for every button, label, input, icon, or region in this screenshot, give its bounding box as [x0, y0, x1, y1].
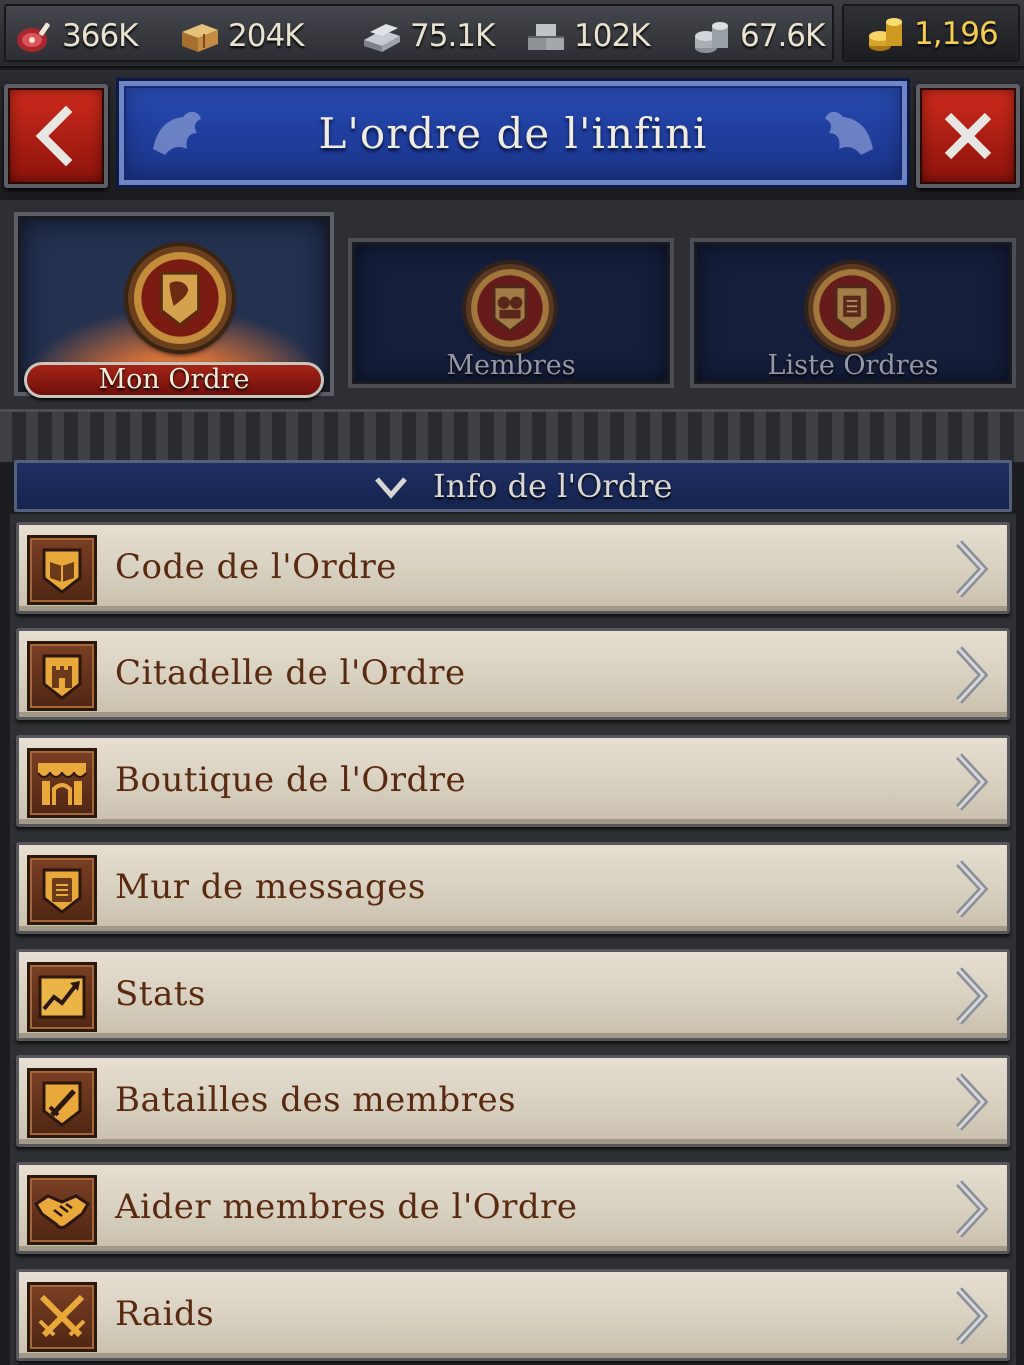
stats-chart-icon: [27, 962, 97, 1032]
meat-icon: [17, 22, 50, 52]
iron-icon: [364, 24, 400, 52]
menu-item-citadelle[interactable]: Citadelle de l'Ordre: [16, 628, 1010, 720]
resource-iron[interactable]: 75.1K: [360, 12, 495, 60]
tab-label: Membres: [446, 350, 576, 381]
resource-stone[interactable]: 102K: [524, 12, 650, 60]
wood-icon: [182, 24, 218, 52]
order-menu-list: Code de l'Ordre Citadelle de l'Ordre Bou…: [10, 514, 1016, 1365]
chevron-right-icon: [956, 753, 989, 811]
menu-item-code[interactable]: Code de l'Ordre: [16, 522, 1010, 614]
resource-meat[interactable]: 366K: [12, 12, 138, 60]
tab-mon-ordre[interactable]: Mon Ordre: [14, 212, 334, 398]
chevron-right-icon: [956, 1287, 989, 1345]
menu-item-label: Batailles des membres: [115, 1080, 517, 1120]
menu-item-label: Raids: [115, 1294, 215, 1334]
tab-liste-ordres[interactable]: Liste Ordres: [690, 238, 1016, 388]
silver-icon: [695, 22, 728, 53]
title-bar: L'ordre de l'infini: [0, 70, 1024, 200]
chevron-left-icon: [35, 105, 73, 167]
close-button[interactable]: [916, 84, 1020, 188]
resource-wood[interactable]: 204K: [178, 12, 304, 60]
scroll-shield-icon: [27, 855, 97, 925]
back-button[interactable]: [4, 84, 108, 188]
menu-item-label: Mur de messages: [115, 867, 426, 907]
chevron-right-icon: [956, 860, 989, 918]
active-tab-ribbon: Mon Ordre: [24, 362, 324, 398]
resource-silver[interactable]: 67.6K: [690, 12, 825, 60]
resource-gold: 1,196: [864, 10, 999, 58]
shop-stall-icon: [27, 748, 97, 818]
crossed-swords-icon: [27, 1282, 97, 1352]
gold-coins-icon: [869, 18, 902, 51]
menu-item-label: Stats: [115, 974, 206, 1014]
title-banner: L'ordre de l'infini: [116, 78, 910, 188]
handshake-icon: [27, 1175, 97, 1245]
resource-value: 75.1K: [410, 18, 495, 54]
resource-value: 366K: [62, 18, 138, 54]
tab-label: Mon Ordre: [98, 364, 250, 395]
menu-item-raids[interactable]: Raids: [16, 1269, 1010, 1361]
chevron-right-icon: [956, 540, 989, 598]
menu-item-label: Aider membres de l'Ordre: [115, 1187, 578, 1227]
sword-shield-icon: [27, 1068, 97, 1138]
menu-item-label: Citadelle de l'Ordre: [115, 653, 466, 693]
resource-value: 102K: [574, 18, 650, 54]
section-header-info[interactable]: Info de l'Ordre: [14, 460, 1012, 512]
chevron-right-icon: [956, 1180, 989, 1238]
order-crest-icon: [128, 246, 232, 350]
resource-value: 67.6K: [740, 18, 825, 54]
resource-value: 204K: [228, 18, 304, 54]
tab-label: Liste Ordres: [767, 350, 939, 381]
tab-bar: Mon Ordre Membres Liste Ordres: [0, 200, 1024, 462]
menu-item-boutique[interactable]: Boutique de l'Ordre: [16, 735, 1010, 827]
resource-bar: 366K 204K 75.1K 102K 67.6K 1,196: [0, 0, 1024, 68]
menu-item-stats[interactable]: Stats: [16, 949, 1010, 1041]
chevron-down-icon: [375, 477, 407, 499]
chevron-right-icon: [956, 967, 989, 1025]
gold-value: 1,196: [914, 16, 999, 52]
menu-item-label: Boutique de l'Ordre: [115, 760, 467, 800]
menu-item-batailles[interactable]: Batailles des membres: [16, 1055, 1010, 1147]
close-icon: [944, 112, 992, 160]
order-list-crest-icon: [808, 264, 896, 352]
tower-shield-icon: [27, 641, 97, 711]
section-title: Info de l'Ordre: [433, 467, 673, 505]
menu-item-aider[interactable]: Aider membres de l'Ordre: [16, 1162, 1010, 1254]
gold-counter[interactable]: 1,196: [842, 4, 1020, 62]
members-crest-icon: [466, 264, 554, 352]
menu-item-mur[interactable]: Mur de messages: [16, 842, 1010, 934]
page-title: L'ordre de l'infini: [318, 109, 708, 158]
chevron-right-icon: [956, 646, 989, 704]
menu-item-label: Code de l'Ordre: [115, 547, 397, 587]
resource-group: 366K 204K 75.1K 102K 67.6K: [4, 4, 834, 62]
chevron-right-icon: [956, 1073, 989, 1131]
book-shield-icon: [27, 535, 97, 605]
tab-membres[interactable]: Membres: [348, 238, 674, 388]
stone-icon: [528, 24, 564, 50]
